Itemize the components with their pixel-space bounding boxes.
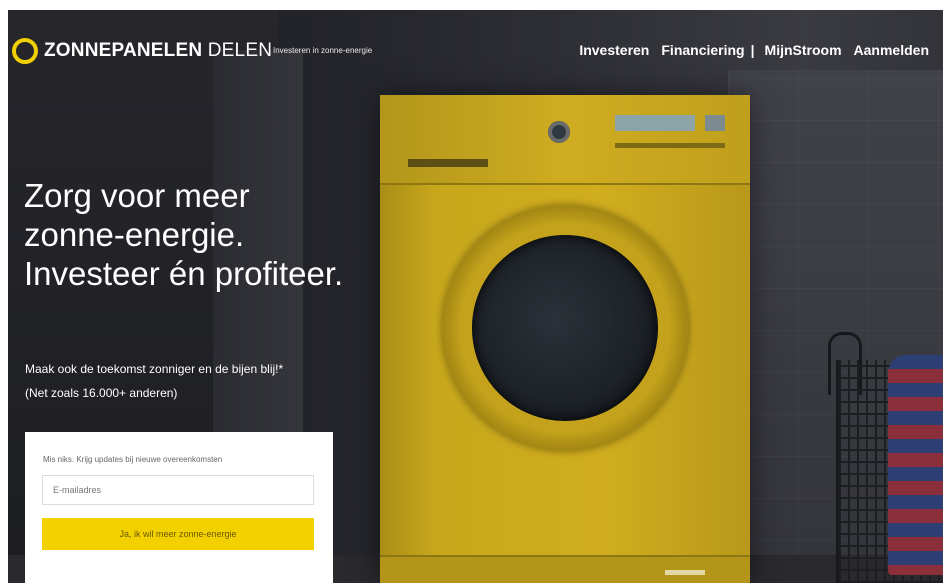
washer-control-panel xyxy=(380,95,750,185)
brand-name-light: DELEN xyxy=(207,40,273,61)
striped-towel xyxy=(888,355,943,575)
washer-base xyxy=(380,555,750,583)
washer-knob xyxy=(548,121,570,143)
washer-display-small xyxy=(705,115,725,131)
signup-label: Mis niks. Krijg updates bij nieuwe overe… xyxy=(43,455,223,464)
main-nav: Investeren Financiering | MijnStroom Aan… xyxy=(579,42,929,58)
subscribe-button[interactable]: Ja, ik wil meer zonne-energie xyxy=(42,518,314,550)
nav-financiering[interactable]: Financiering xyxy=(661,42,744,58)
hero-social-proof: (Net zoals 16.000+ anderen) xyxy=(25,386,178,400)
email-field[interactable] xyxy=(42,475,314,505)
nav-mijnstroom[interactable]: MijnStroom xyxy=(765,42,842,58)
nav-separator: | xyxy=(750,42,755,58)
brand-logo[interactable]: ZONNEPANELEN DELEN xyxy=(12,38,272,64)
washer-filter-slot xyxy=(665,570,705,575)
hero-subline: Maak ook de toekomst zonniger en de bije… xyxy=(25,362,284,376)
nav-investeren[interactable]: Investeren xyxy=(579,42,649,58)
washing-machine-image xyxy=(380,95,750,583)
washer-door xyxy=(442,205,688,451)
washer-buttons xyxy=(615,143,725,148)
hero-headline: Zorg voor meer zonne-energie. Investeer … xyxy=(24,177,344,292)
detergent-drawer xyxy=(408,159,488,167)
signup-card: Mis niks. Krijg updates bij nieuwe overe… xyxy=(25,432,333,583)
washer-display xyxy=(615,115,695,131)
washer-door-glass xyxy=(472,235,658,421)
brand-tagline: Investeren in zonne-energie xyxy=(273,46,373,55)
nav-aanmelden[interactable]: Aanmelden xyxy=(854,42,929,58)
brand-name: ZONNEPANELEN DELEN xyxy=(44,40,272,62)
brand-name-bold: ZONNEPANELEN xyxy=(44,40,203,61)
sun-ring-icon xyxy=(12,38,38,64)
